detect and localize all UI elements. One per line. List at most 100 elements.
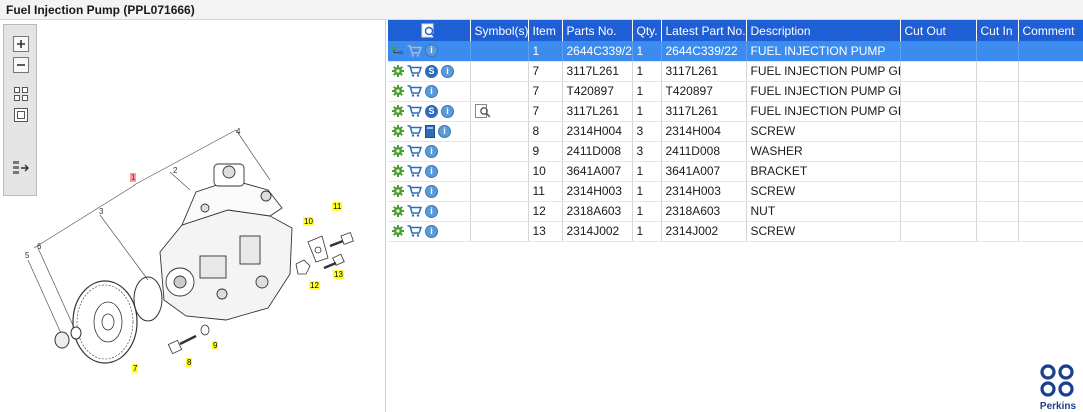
callout-10[interactable]: 10	[303, 217, 314, 226]
part-no-cell: T420897	[562, 81, 633, 102]
info-icon[interactable]: i	[425, 44, 438, 58]
configure-icon[interactable]	[392, 65, 404, 77]
header-comment[interactable]: Comment	[1018, 20, 1083, 41]
info-icon[interactable]: i	[425, 204, 438, 218]
info-icon[interactable]: i	[441, 64, 454, 78]
info-icon[interactable]: i	[425, 84, 438, 98]
item-cell: 9	[528, 141, 563, 162]
add-to-cart-icon[interactable]	[407, 145, 422, 157]
configure-icon[interactable]	[392, 145, 404, 157]
actions-cell: i	[388, 221, 471, 242]
configure-icon[interactable]	[392, 125, 404, 137]
add-to-cart-icon[interactable]	[407, 165, 422, 177]
table-row[interactable]: i 11 2314H003 1 2314H003 SCREW	[388, 181, 1083, 202]
add-to-cart-icon[interactable]	[407, 65, 422, 77]
item-cell: 10	[528, 161, 563, 182]
info-icon[interactable]: i	[425, 144, 438, 158]
symbols-cell	[470, 161, 529, 182]
table-row[interactable]: i7T4208971T420897FUEL INJECTION PUMP GEA…	[388, 81, 1083, 102]
header-cut-out[interactable]: Cut Out	[900, 20, 977, 41]
configure-icon[interactable]	[392, 225, 404, 237]
configure-icon[interactable]	[392, 205, 404, 217]
part-no-cell: 2318A603	[562, 201, 633, 222]
add-to-cart-icon[interactable]	[407, 205, 422, 217]
configure-icon[interactable]	[392, 85, 404, 97]
header-parts-no[interactable]: Parts No.	[562, 20, 633, 41]
header-qty[interactable]: Qty.	[632, 20, 662, 41]
tree-structure-icon[interactable]	[392, 45, 404, 57]
latest-part-no-cell: 2644C339/22	[661, 41, 747, 62]
callout-8[interactable]: 8	[186, 358, 193, 367]
callout-3[interactable]: 3	[98, 207, 104, 216]
symbols-cell	[470, 141, 529, 162]
header-description[interactable]: Description	[746, 20, 901, 41]
configure-icon[interactable]	[392, 105, 404, 117]
table-row[interactable]: Si 7 3117L261 1 3117L261 FUEL INJECTION PUMP …	[388, 61, 1083, 82]
table-row[interactable]: i 1 2644C339/22 1 2644C339/22 FUEL INJECTION …	[388, 41, 1083, 62]
callout-2[interactable]: 2	[172, 166, 178, 175]
callout-9[interactable]: 9	[212, 341, 219, 350]
comment-cell	[1018, 101, 1083, 122]
description-cell: SCREW	[746, 181, 901, 202]
export-button[interactable]	[12, 159, 30, 177]
info-icon[interactable]: i	[425, 184, 438, 198]
header-latest-part-no[interactable]: Latest Part No.	[661, 20, 747, 41]
exploded-view-drawing[interactable]	[0, 20, 386, 412]
header-symbols[interactable]: Symbol(s)	[470, 20, 529, 41]
description-cell: FUEL INJECTION PUMP GEAR	[746, 61, 901, 82]
magnify-document-icon[interactable]	[474, 104, 491, 119]
cut-out-cell	[900, 81, 977, 102]
info-icon[interactable]: i	[425, 224, 438, 238]
qty-cell: 1	[632, 201, 662, 222]
qty-cell: 1	[632, 101, 662, 122]
callout-4[interactable]: 4	[235, 127, 241, 136]
table-row[interactable]: i 8 2314H004 3 2314H004 SCREW	[388, 121, 1083, 142]
table-row[interactable]: Si 7 3117L261 1 3117L261 FUEL INJECTION PUMP …	[388, 101, 1083, 122]
table-row[interactable]: i 10 3641A007 1 3641A007 BRACKET	[388, 161, 1083, 182]
configure-icon[interactable]	[392, 185, 404, 197]
callout-6[interactable]: 6	[36, 242, 42, 251]
add-to-cart-icon[interactable]	[407, 105, 422, 117]
parts-grid: Symbol(s) Item Parts No. Qty. Latest Par…	[388, 20, 1083, 412]
add-to-cart-icon[interactable]	[407, 225, 422, 237]
configure-icon[interactable]	[392, 165, 404, 177]
zoom-in-button[interactable]	[12, 35, 30, 53]
fit-all-button[interactable]	[12, 85, 30, 103]
cut-out-cell	[900, 121, 977, 142]
part-no-cell: 3641A007	[562, 161, 633, 182]
info-icon[interactable]: i	[441, 104, 454, 118]
table-row[interactable]: i 13 2314J002 1 2314J002 SCREW	[388, 221, 1083, 242]
comment-cell	[1018, 41, 1083, 62]
callout-5[interactable]: 5	[24, 251, 30, 260]
fit-window-button[interactable]	[12, 106, 30, 124]
item-cell: 7	[528, 101, 563, 122]
cut-out-cell	[900, 61, 977, 82]
table-row[interactable]: i 9 2411D008 3 2411D008 WASHER	[388, 141, 1083, 162]
row-action-icons: i	[392, 82, 466, 100]
callout-1[interactable]: 1	[130, 173, 137, 182]
supersession-icon[interactable]: S	[425, 104, 438, 118]
cut-in-cell	[976, 101, 1019, 122]
diagram-pane[interactable]: 1 2 3 4 5 6 7 8 9 10 11 12 13	[0, 20, 386, 412]
header-cut-in[interactable]: Cut In	[976, 20, 1019, 41]
callout-13[interactable]: 13	[333, 270, 344, 279]
add-to-cart-icon[interactable]	[407, 85, 422, 97]
add-to-cart-icon[interactable]	[407, 185, 422, 197]
callout-12[interactable]: 12	[309, 281, 320, 290]
callout-7[interactable]: 7	[132, 364, 139, 373]
qty-cell: 1	[632, 221, 662, 242]
info-icon[interactable]: i	[438, 124, 451, 138]
header-item[interactable]: Item	[528, 20, 563, 41]
add-to-cart-icon[interactable]	[407, 45, 422, 57]
description-cell: WASHER	[746, 141, 901, 162]
info-icon[interactable]: i	[425, 164, 438, 178]
supersession-icon[interactable]: S	[425, 64, 438, 78]
callout-11[interactable]: 11	[332, 202, 343, 211]
zoom-out-button[interactable]	[12, 56, 30, 74]
comment-cell	[1018, 181, 1083, 202]
table-row[interactable]: i 12 2318A603 1 2318A603 NUT	[388, 201, 1083, 222]
document-icon[interactable]	[425, 124, 435, 138]
latest-part-no-cell: 3117L261	[661, 61, 747, 82]
add-to-cart-icon[interactable]	[407, 125, 422, 137]
header-search-cell[interactable]	[388, 20, 471, 41]
